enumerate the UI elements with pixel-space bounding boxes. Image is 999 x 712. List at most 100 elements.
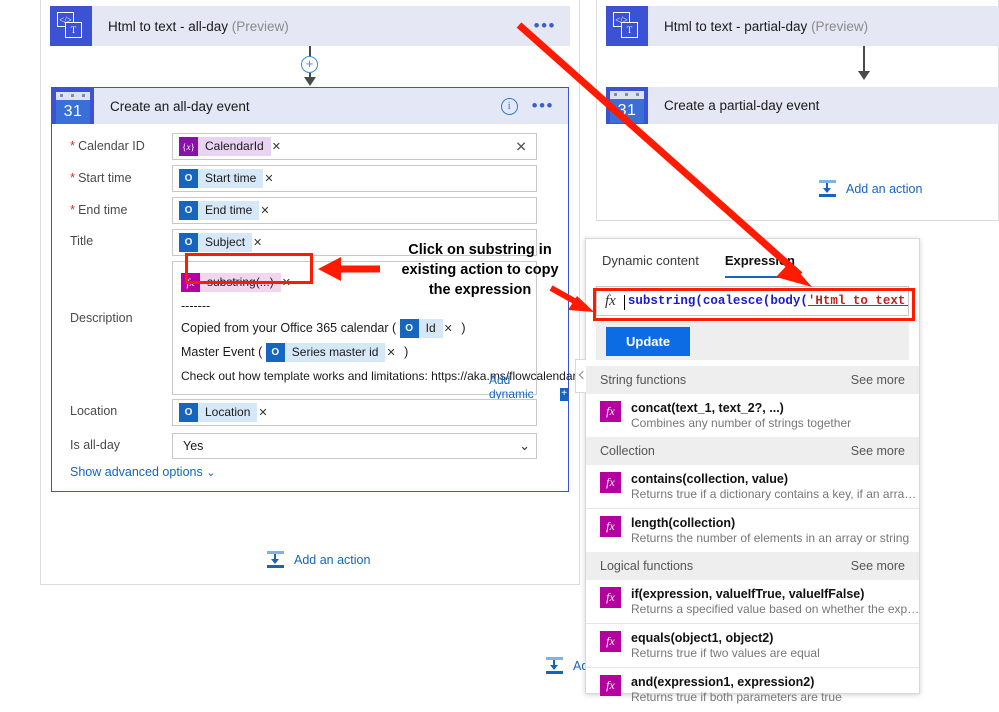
tab-dynamic-content[interactable]: Dynamic content <box>602 253 699 278</box>
fx-icon: fx <box>600 675 621 696</box>
function-item-length[interactable]: fx length(collection) Returns the number… <box>586 508 919 552</box>
field-is-all-day: Is all-day Yes ⌄ <box>52 433 570 459</box>
description-check-line: Check out how template works and limitat… <box>181 369 577 383</box>
connector-line-right <box>863 46 865 73</box>
info-icon[interactable]: i <box>500 97 518 115</box>
token-label: CalendarId <box>198 137 271 156</box>
function-item-and[interactable]: fx and(expression1, expression2) Returns… <box>586 667 919 711</box>
calendar-31-icon: 31 <box>52 87 94 125</box>
html-to-text-icon: </> T <box>50 6 92 46</box>
add-action-left[interactable]: Add an action <box>266 551 370 568</box>
location-input[interactable]: Location ✕ <box>172 399 537 426</box>
card-create-partial-day-event[interactable]: 31 Create a partial-day event <box>606 87 999 124</box>
card-create-all-day-event[interactable]: 31 Create an all-day event i ••• <box>51 87 569 125</box>
more-options-icon[interactable]: ••• <box>532 97 554 114</box>
section-title: Logical functions <box>600 559 694 573</box>
text-glyph: T <box>70 25 77 35</box>
annotation-line-3: the expression <box>428 282 532 298</box>
function-item-if[interactable]: fx if(expression, valueIfTrue, valueIfFa… <box>586 580 921 623</box>
function-signature: and(expression1, expression2) <box>631 675 815 689</box>
token-remove-icon[interactable]: ✕ <box>257 406 272 419</box>
token-subject[interactable]: Subject ✕ <box>179 233 267 252</box>
section-title: Collection <box>600 444 655 458</box>
token-start-time[interactable]: Start time ✕ <box>179 169 279 188</box>
outlook-icon <box>265 343 285 363</box>
add-action-icon <box>818 180 837 197</box>
token-remove-icon[interactable]: ✕ <box>259 204 274 217</box>
calendar-day-number: 31 <box>56 99 90 124</box>
see-more-link[interactable]: See more <box>851 444 905 458</box>
annotation-text: Click on substring in existing action to… <box>380 240 580 300</box>
field-label: Description <box>70 311 133 325</box>
show-advanced-options-link[interactable]: Show advanced options ⌄ <box>70 465 215 479</box>
card-html-to-text-partial-day[interactable]: </> T Html to text - partial-day (Previe… <box>606 6 999 46</box>
field-location: Location Location ✕ <box>52 399 570 426</box>
token-id[interactable]: Id ✕ <box>399 317 458 341</box>
outlook-icon <box>179 169 198 188</box>
annotation-line-1: Click on substring in <box>408 242 552 258</box>
description-copied-line: Copied from your Office 365 calendar ( I… <box>181 316 528 340</box>
card-html-to-text-all-day[interactable]: </> T Html to text - all-day (Preview) •… <box>50 6 570 46</box>
calendar-id-input[interactable]: {x} CalendarId ✕ ✕ <box>172 133 537 160</box>
field-label: Is all-day <box>70 438 121 452</box>
function-description: Returns true if a dictionary contains a … <box>631 487 921 501</box>
function-signature: if(expression, valueIfTrue, valueIfFalse… <box>631 587 865 601</box>
token-series-master-id[interactable]: Series master id ✕ <box>265 341 401 365</box>
function-description: Returns true if two values are equal <box>631 646 820 660</box>
collapse-panel-button[interactable] <box>575 359 586 393</box>
field-label: Location <box>70 404 118 418</box>
section-header-collection: Collection See more <box>586 437 919 465</box>
token-location[interactable]: Location ✕ <box>179 403 273 422</box>
more-options-icon[interactable]: ••• <box>534 17 556 34</box>
token-remove-icon[interactable]: ✕ <box>271 140 286 153</box>
token-remove-icon[interactable]: ✕ <box>385 341 400 365</box>
token-label: Location <box>198 403 258 422</box>
add-action-right[interactable]: Add an action <box>818 180 922 197</box>
section-title: String functions <box>600 373 687 387</box>
copied-prefix: Copied from your Office 365 calendar ( <box>181 321 397 335</box>
outlook-icon <box>399 319 419 339</box>
see-more-link[interactable]: See more <box>851 373 905 387</box>
token-remove-icon[interactable]: ✕ <box>252 236 267 249</box>
outlook-icon <box>179 233 198 252</box>
chevron-down-icon: ⌄ <box>206 467 216 479</box>
tab-expression[interactable]: Expression <box>724 253 795 278</box>
outlook-icon <box>179 201 198 220</box>
field-label: Start time <box>52 165 172 185</box>
update-button[interactable]: Update <box>606 326 691 356</box>
token-calendarid[interactable]: {x} CalendarId ✕ <box>179 137 286 156</box>
token-remove-icon[interactable]: ✕ <box>263 172 278 185</box>
section-header-string-functions: String functions See more <box>586 366 919 394</box>
function-item-concat[interactable]: fx concat(text_1, text_2?, ...) Combines… <box>586 394 919 437</box>
token-label: Id <box>418 319 443 339</box>
token-label: End time <box>198 201 260 220</box>
fx-icon: fx <box>600 401 621 422</box>
see-more-link[interactable]: See more <box>851 559 905 573</box>
calendar-31-icon: 31 <box>606 87 648 124</box>
token-label: Series master id <box>284 343 386 363</box>
clear-field-icon[interactable]: ✕ <box>515 138 527 155</box>
add-action-label: Add an action <box>846 181 923 196</box>
insert-step-button[interactable]: + <box>301 56 318 73</box>
fx-icon: fx <box>600 587 621 608</box>
token-end-time[interactable]: End time ✕ <box>179 201 275 220</box>
add-action-label: Add an action <box>294 552 371 567</box>
create-event-form: Calendar ID {x} CalendarId ✕ ✕ Start tim… <box>51 124 577 492</box>
card-title-text: Html to text - partial-day <box>664 18 808 34</box>
function-item-contains[interactable]: fx contains(collection, value) Returns t… <box>586 465 921 508</box>
function-signature: equals(object1, object2) <box>631 631 774 645</box>
is-all-day-select[interactable]: Yes ⌄ <box>172 433 537 459</box>
screenshot-root: </> T Html to text - all-day (Preview) •… <box>0 0 999 712</box>
token-label: Subject <box>198 233 253 252</box>
chevron-down-icon[interactable]: ⌄ <box>519 438 530 454</box>
token-remove-icon[interactable]: ✕ <box>443 317 458 341</box>
function-item-equals[interactable]: fx equals(object1, object2) Returns true… <box>586 623 919 667</box>
text-glyph: T <box>626 25 633 35</box>
add-action-icon <box>545 657 564 674</box>
start-time-input[interactable]: Start time ✕ <box>172 165 537 192</box>
field-label: Calendar ID <box>52 133 172 153</box>
field-start-time: Start time Start time ✕ <box>52 165 570 192</box>
selected-value: Yes <box>183 439 204 453</box>
token-label: Start time <box>198 169 264 188</box>
end-time-input[interactable]: End time ✕ <box>172 197 537 224</box>
